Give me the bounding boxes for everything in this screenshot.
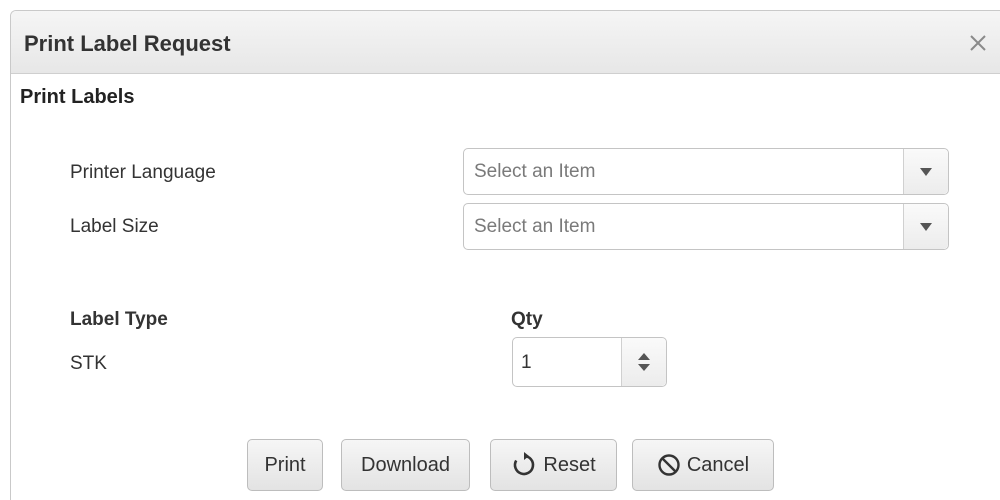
reset-button-label: Reset	[543, 453, 596, 476]
spinner-arrows-icon	[638, 353, 650, 371]
reset-button[interactable]: Reset	[490, 439, 617, 491]
printer-language-dropdown-toggle[interactable]	[903, 149, 948, 194]
download-button[interactable]: Download	[341, 439, 470, 491]
quantity-input[interactable]	[519, 338, 623, 388]
download-button-label: Download	[361, 453, 450, 476]
dialog-title: Print Label Request	[24, 31, 231, 56]
qty-header: Qty	[511, 309, 543, 330]
close-icon	[970, 35, 986, 51]
printer-language-value: Select an Item	[474, 161, 596, 182]
quantity-spinner[interactable]	[621, 338, 666, 386]
cancel-button-label: Cancel	[686, 453, 750, 476]
dialog-titlebar: Print Label Request	[11, 11, 1000, 74]
refresh-icon	[514, 452, 535, 476]
printer-language-label: Printer Language	[70, 162, 216, 183]
printer-language-select[interactable]: Select an Item	[463, 148, 949, 195]
label-type-value: STK	[70, 353, 107, 374]
cancel-button[interactable]: Cancel	[632, 439, 774, 491]
section-title: Print Labels	[20, 86, 135, 108]
close-button[interactable]	[960, 25, 996, 61]
label-size-select[interactable]: Select an Item	[463, 203, 949, 250]
print-label-dialog: Print Label Request Print Labels Printer…	[10, 10, 1000, 500]
quantity-stepper[interactable]	[512, 337, 667, 388]
chevron-down-icon	[920, 222, 932, 231]
chevron-down-icon	[920, 167, 932, 176]
label-type-header: Label Type	[70, 309, 168, 330]
ban-icon	[658, 454, 680, 476]
print-button[interactable]: Print	[247, 439, 323, 491]
label-size-label: Label Size	[70, 216, 159, 237]
label-size-value: Select an Item	[474, 216, 596, 237]
label-size-dropdown-toggle[interactable]	[903, 204, 948, 249]
print-button-label: Print	[264, 453, 306, 476]
